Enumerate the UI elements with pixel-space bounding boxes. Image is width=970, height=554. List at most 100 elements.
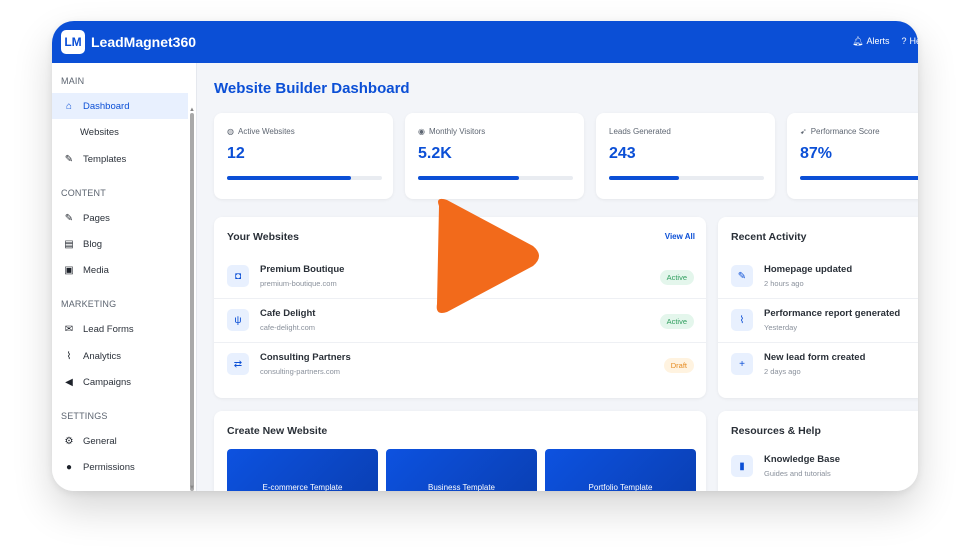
- view-all-link[interactable]: View All: [665, 232, 695, 241]
- play-icon[interactable]: [425, 192, 545, 320]
- stat-label: Leads Generated: [609, 127, 671, 136]
- sidebar-item-campaigns[interactable]: ◀ Campaigns: [52, 369, 188, 395]
- sidebar-item-media[interactable]: ▣ Media: [52, 257, 188, 283]
- utensils-icon: ψ: [227, 309, 249, 331]
- stat-progress-fill: [800, 176, 918, 180]
- sidebar-item-pages[interactable]: ✎ Pages: [52, 205, 188, 231]
- sidebar-item-permissions[interactable]: ● Permissions: [52, 454, 188, 480]
- website-name: Consulting Partners: [260, 352, 351, 363]
- scroll-thumb[interactable]: [190, 113, 194, 491]
- section-title-main: MAIN: [61, 76, 85, 86]
- edit-icon: ✎: [64, 212, 74, 224]
- top-bar: LM LeadMagnet360 🔔︎Alerts ?Help: [52, 21, 918, 63]
- section-title-marketing: MARKETING: [61, 299, 117, 309]
- envelope-icon: ✉: [64, 323, 74, 335]
- create-website-card: Create New Website E-commerce Template B…: [214, 411, 706, 491]
- book-icon: ▮: [731, 455, 753, 477]
- resource-row[interactable]: ▮ Knowledge Base Guides and tutorials: [718, 445, 918, 489]
- edit-icon: ✎: [731, 265, 753, 287]
- home-icon: ⌂: [65, 100, 73, 112]
- sidebar-item-label: Analytics: [83, 350, 122, 362]
- status-badge: Draft: [663, 358, 694, 373]
- status-badge: Active: [659, 314, 694, 329]
- bell-icon: 🔔︎: [852, 36, 864, 46]
- website-name: Premium Boutique: [260, 264, 345, 275]
- status-badge: Active: [659, 270, 694, 285]
- sidebar-item-label: Blog: [83, 238, 103, 250]
- sidebar-item-label: Lead Forms: [83, 323, 134, 335]
- chart-line-icon: ⌇: [66, 350, 72, 362]
- sidebar-item-templates[interactable]: ✎ Templates: [52, 146, 188, 172]
- activity-row[interactable]: ✎ Homepage updated 2 hours ago: [718, 255, 918, 299]
- stat-value: 5.2K: [418, 145, 452, 162]
- activity-time: 2 days ago: [764, 367, 801, 376]
- sidebar-item-websites[interactable]: Websites: [52, 119, 188, 145]
- template-business[interactable]: Business Template: [386, 449, 537, 491]
- activity-row[interactable]: ⌇ Performance report generated Yesterday: [718, 299, 918, 343]
- section-title-settings: SETTINGS: [61, 411, 108, 421]
- sidebar-scrollbar[interactable]: ▲ ▼: [189, 107, 195, 491]
- stat-progress: [609, 176, 764, 180]
- question-icon: ?: [901, 36, 907, 46]
- chart-line-icon: ⌇: [731, 309, 753, 331]
- gear-icon: ⚙: [64, 435, 74, 447]
- activity-time: Yesterday: [764, 323, 798, 332]
- stat-progress: [800, 176, 918, 180]
- website-url: consulting-partners.com: [260, 367, 341, 376]
- users-icon: ●: [65, 461, 73, 473]
- scroll-down-icon[interactable]: ▼: [189, 485, 195, 491]
- activity-card-title: Recent Activity: [731, 231, 807, 243]
- sidebar-item-label: Dashboard: [83, 100, 130, 112]
- template-portfolio[interactable]: Portfolio Template: [545, 449, 696, 491]
- sidebar-item-label: Campaigns: [83, 376, 132, 388]
- app-name[interactable]: LeadMagnet360: [91, 34, 196, 50]
- image-icon: ▣: [64, 264, 74, 276]
- alerts-button[interactable]: 🔔︎ Alerts: [852, 36, 889, 47]
- website-url: cafe-delight.com: [260, 323, 316, 332]
- activity-time: 2 hours ago: [764, 279, 804, 288]
- bullhorn-icon: ◀: [65, 376, 73, 388]
- websites-card-title: Your Websites: [227, 231, 299, 243]
- sidebar-item-blog[interactable]: ▤ Blog: [52, 231, 188, 257]
- main-content: Website Builder Dashboard ◍ Active Websit…: [198, 63, 918, 491]
- stat-label: Monthly Visitors: [428, 127, 486, 136]
- stat-card-active-websites: ◍ Active Websites 12: [214, 113, 393, 199]
- resource-title: Knowledge Base: [764, 454, 841, 465]
- template-label: Portfolio Template: [588, 483, 653, 491]
- sidebar-item-lead-forms[interactable]: ✉ Lead Forms: [52, 316, 188, 342]
- activity-row[interactable]: + New lead form created 2 days ago: [718, 343, 918, 387]
- handshake-icon: ⇄: [227, 353, 249, 375]
- resources-card-title: Resources & Help: [731, 425, 821, 437]
- sidebar-item-label: General: [83, 435, 117, 447]
- sidebar-item-label: Templates: [83, 153, 127, 165]
- stat-card-monthly-visitors: ◉ Monthly Visitors 5.2K: [405, 113, 584, 199]
- activity-text: Homepage updated: [764, 264, 853, 275]
- help-button[interactable]: ?Help: [901, 36, 918, 47]
- stat-value: 87%: [800, 145, 833, 162]
- logo-icon[interactable]: LM: [61, 30, 85, 54]
- website-name: Cafe Delight: [260, 308, 316, 319]
- activity-text: Performance report generated: [764, 308, 901, 319]
- sidebar-item-label: Media: [83, 264, 109, 276]
- create-card-title: Create New Website: [227, 425, 328, 437]
- stat-progress: [418, 176, 573, 180]
- website-row[interactable]: ⇄ Consulting Partners consulting-partner…: [214, 343, 706, 387]
- help-label: Help: [909, 36, 918, 46]
- activity-text: New lead form created: [764, 352, 866, 363]
- globe-icon: ◍: [227, 127, 234, 136]
- stat-progress: [227, 176, 382, 180]
- top-actions: 🔔︎Alerts ?Help: [852, 36, 918, 47]
- sidebar-item-analytics[interactable]: ⌇ Analytics: [52, 343, 188, 369]
- website-url: premium-boutique.com: [260, 279, 337, 288]
- sidebar-item-label: Pages: [83, 212, 110, 224]
- sidebar-item-dashboard[interactable]: ⌂ Dashboard: [52, 93, 188, 119]
- sidebar-item-general[interactable]: ⚙ General: [52, 428, 188, 454]
- stat-progress-fill: [609, 176, 679, 180]
- activity-card: Recent Activity ✎ Homepage updated 2 hou…: [718, 217, 918, 398]
- template-ecommerce[interactable]: E-commerce Template: [227, 449, 378, 491]
- stat-value: 12: [227, 145, 245, 162]
- section-title-content: CONTENT: [61, 188, 106, 198]
- sidebar: MAIN ⌂ Dashboard Websites ✎ Templates CONT…: [52, 63, 197, 491]
- stat-label: Active Websites: [237, 127, 295, 136]
- sidebar-item-label: Websites: [80, 126, 119, 138]
